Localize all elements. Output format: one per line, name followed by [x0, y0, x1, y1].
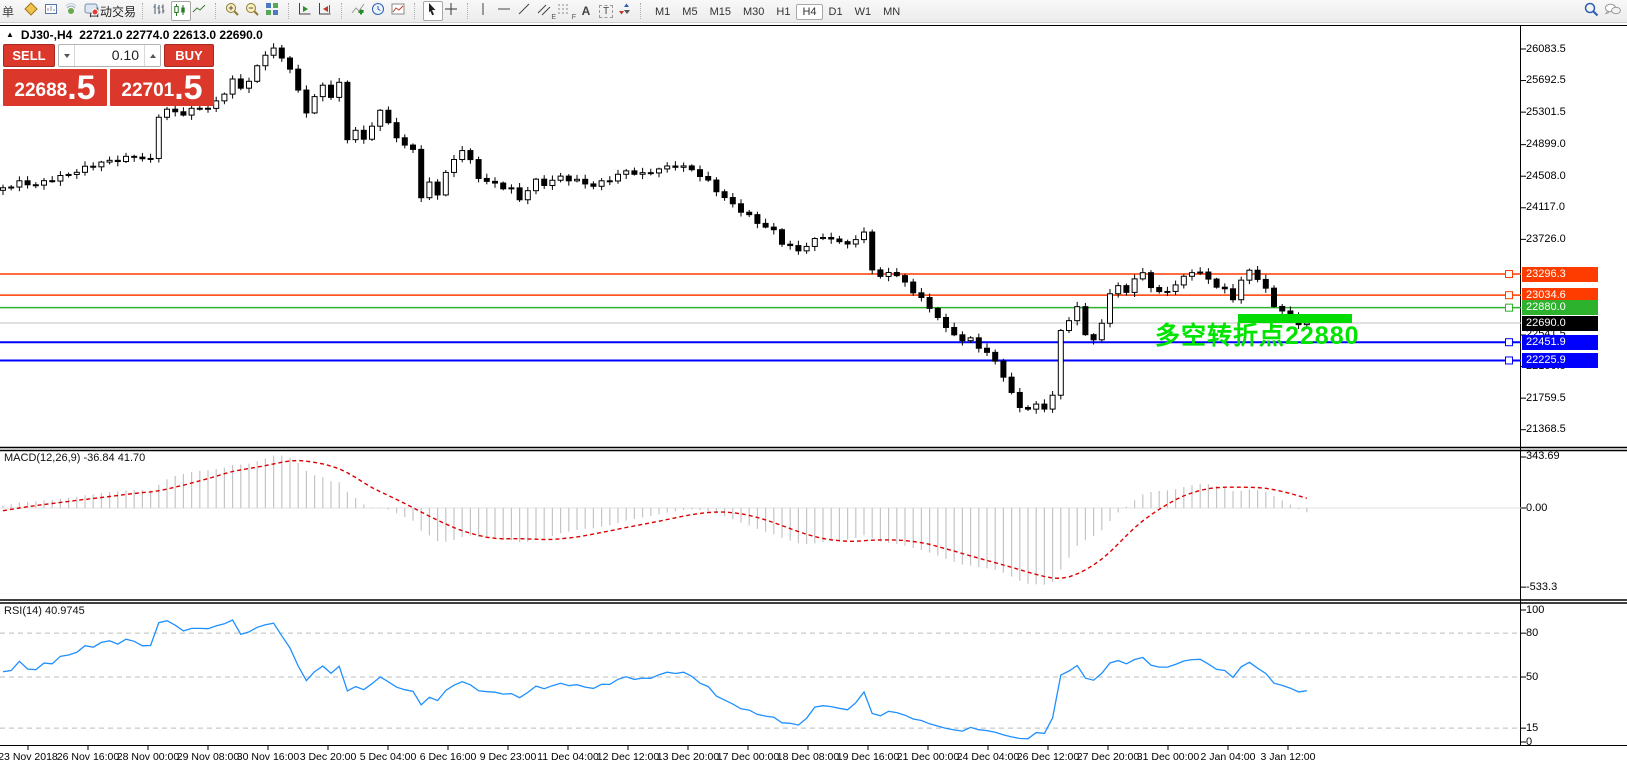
horizontal-line-tool-icon[interactable] — [496, 1, 516, 21]
volume-decrease-button[interactable] — [59, 45, 75, 66]
chart-candles-icon[interactable] — [171, 1, 191, 21]
timeframe-W1[interactable]: W1 — [849, 4, 878, 20]
text-tool-icon[interactable]: A — [576, 1, 596, 21]
pane-splitter[interactable] — [0, 444, 1627, 451]
timeframe-H1[interactable]: H1 — [770, 4, 796, 20]
timeframe-M30[interactable]: M30 — [737, 4, 770, 20]
auto-scroll-icon[interactable] — [297, 1, 317, 21]
trendline-tool-icon[interactable] — [516, 1, 536, 21]
equidistant-channel-icon[interactable]: E — [536, 1, 556, 21]
price-axis-tick: 26083.5 — [1526, 43, 1566, 55]
vertical-line-tool-icon[interactable] — [476, 1, 496, 21]
chart-shift-icon[interactable] — [317, 1, 337, 21]
crosshair-icon[interactable] — [443, 1, 463, 21]
arrows-tool-icon[interactable] — [616, 1, 636, 21]
chart-bars-icon[interactable] — [151, 1, 171, 21]
chat-icon[interactable] — [1603, 1, 1623, 21]
sell-button[interactable]: SELL — [3, 44, 55, 67]
macd-axis-tick: 343.69 — [1526, 450, 1560, 462]
volume-stepper: 0.10 — [58, 44, 161, 67]
rsi-axis-tick: 15 — [1526, 722, 1538, 734]
price-axis-tick: 24508.0 — [1526, 170, 1566, 182]
periods-icon[interactable] — [370, 1, 390, 21]
macd-axis-tick: 0.00 — [1526, 502, 1547, 514]
price-marker-tag: 22225.9 — [1522, 353, 1598, 368]
tile-windows-icon[interactable] — [264, 1, 284, 21]
new-order-label: 单 — [2, 3, 14, 20]
buy-price-panel[interactable]: 22701.5 — [110, 69, 214, 106]
timeframe-M5[interactable]: M5 — [676, 4, 703, 20]
price-axis-tick: 21759.5 — [1526, 392, 1566, 404]
chart-canvas — [0, 0, 1627, 772]
autotrading-label: 自动交易 — [88, 3, 136, 20]
one-click-trading-panel: SELL 0.10 BUY 22688.5 22701.5 — [3, 44, 214, 106]
price-axis-tick: 24899.0 — [1526, 138, 1566, 150]
symbol-period-label: DJ30-,H4 — [21, 28, 72, 42]
price-marker-tag: 22451.9 — [1522, 335, 1598, 350]
text-tool-glyph: A — [582, 4, 591, 18]
sell-price-main: 22688 — [14, 80, 67, 102]
turning-point-annotation: 多空转折点22880 — [1155, 316, 1360, 352]
timeframe-M15[interactable]: M15 — [704, 4, 737, 20]
search-icon[interactable] — [1583, 1, 1603, 21]
macd-axis-tick: -533.3 — [1526, 581, 1557, 593]
price-axis-tick: 25692.5 — [1526, 74, 1566, 86]
templates-icon[interactable] — [390, 1, 410, 21]
buy-button[interactable]: BUY — [164, 44, 214, 67]
chart-title: ▲ DJ30-,H4 22721.0 22774.0 22613.0 22690… — [6, 28, 263, 42]
buy-price-main: 22701 — [121, 80, 174, 102]
timeframe-H4[interactable]: H4 — [796, 4, 822, 20]
price-axis-tick: 23726.0 — [1526, 233, 1566, 245]
mt4-terminal: 单 自动交易 E F A T M1M5M15 — [0, 0, 1627, 772]
sell-price-pips: .5 — [67, 73, 95, 103]
toolbar: 单 自动交易 E F A T M1M5M15 — [0, 0, 1627, 23]
timeframe-D1[interactable]: D1 — [823, 4, 849, 20]
volume-increase-button[interactable] — [144, 45, 160, 66]
timeframe-MN[interactable]: MN — [877, 4, 906, 20]
new-order-button[interactable]: 单 — [0, 1, 20, 21]
rsi-axis-tick: 100 — [1526, 604, 1544, 616]
rsi-axis-tick: 50 — [1526, 671, 1538, 683]
signals-icon[interactable] — [63, 1, 83, 21]
timeframe-group: M1M5M15M30H1H4D1W1MN — [649, 2, 906, 20]
sell-price-panel[interactable]: 22688.5 — [3, 69, 107, 106]
date-axis-tick: 3 Jan 12:00 — [1243, 751, 1333, 763]
volume-input[interactable]: 0.10 — [75, 45, 144, 66]
indicators-icon[interactable] — [350, 1, 370, 21]
timeframe-M1[interactable]: M1 — [649, 4, 676, 20]
price-marker-tag: 22690.0 — [1522, 316, 1598, 331]
zoom-out-icon[interactable] — [244, 1, 264, 21]
buy-price-pips: .5 — [174, 73, 202, 103]
autotrading-button[interactable]: 自动交易 — [83, 1, 138, 21]
label-tool-icon[interactable]: T — [596, 1, 616, 21]
price-axis-tick: 25301.5 — [1526, 106, 1566, 118]
zoom-in-icon[interactable] — [224, 1, 244, 21]
market-depth-icon[interactable] — [23, 1, 43, 21]
price-marker-tag: 22880.0 — [1522, 300, 1598, 315]
pane-splitter[interactable] — [0, 597, 1627, 604]
rsi-axis-tick: 0 — [1526, 736, 1532, 748]
fibonacci-tool-icon[interactable]: F — [556, 1, 576, 21]
cursor-icon[interactable] — [423, 1, 443, 21]
new-chart-icon[interactable] — [43, 1, 63, 21]
price-axis-tick: 24117.0 — [1526, 201, 1565, 213]
label-tool-glyph: T — [599, 5, 613, 18]
macd-indicator-label: MACD(12,26,9) -36.84 41.70 — [4, 452, 145, 464]
price-marker-tag: 23296.3 — [1522, 267, 1598, 282]
ohlc-values: 22721.0 22774.0 22613.0 22690.0 — [79, 28, 263, 42]
collapse-panel-icon[interactable]: ▲ — [6, 30, 14, 39]
price-axis-tick: 21368.5 — [1526, 423, 1566, 435]
rsi-axis-tick: 80 — [1526, 627, 1538, 639]
chart-line-icon[interactable] — [191, 1, 211, 21]
rsi-indicator-label: RSI(14) 40.9745 — [4, 605, 85, 617]
